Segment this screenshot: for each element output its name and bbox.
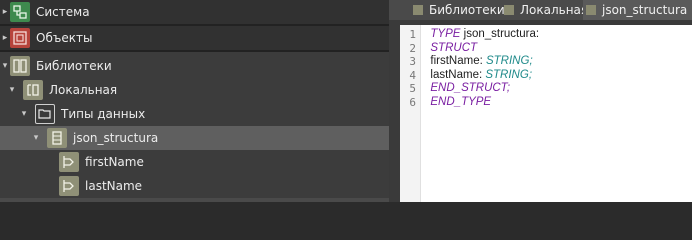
tab-label: json_structura	[602, 3, 688, 17]
code-type: STRING	[485, 68, 529, 81]
tree-item-label: json_structura	[73, 131, 159, 145]
tree-item-field[interactable]: lastName	[0, 174, 389, 198]
field-icon	[59, 152, 79, 172]
line-number-gutter: 1 2 3 4 5 6	[400, 25, 421, 202]
tree-item-field[interactable]: firstName	[0, 150, 389, 174]
tree-item-datatypes[interactable]: ▾ Типы данных	[0, 102, 389, 126]
code-keyword: TYPE	[430, 28, 461, 40]
code-keyword: STRUCT	[430, 41, 478, 54]
line-number: 1	[409, 28, 416, 41]
code-editor[interactable]: 1 2 3 4 5 6 TYPE json_structura: STRUCT …	[400, 25, 692, 202]
expand-arrow-icon[interactable]: ▸	[0, 33, 10, 43]
tree-item-local[interactable]: ▾ Локальная	[0, 78, 389, 102]
code-text: json_structura:	[460, 28, 540, 40]
tab-local[interactable]: Локальная	[504, 0, 588, 20]
objects-icon	[10, 28, 30, 48]
tree-item-label: lastName	[85, 179, 143, 193]
code-line: TYPE json_structura:	[424, 28, 539, 42]
collapse-arrow-icon[interactable]: ▾	[19, 109, 29, 119]
local-library-icon	[23, 80, 43, 100]
tab-libraries[interactable]: Библиотеки	[413, 0, 505, 20]
code-keyword: END_TYPE	[430, 95, 492, 108]
tab-label: Библиотеки	[429, 3, 505, 17]
tab-icon	[413, 5, 423, 15]
tree-item-label: Типы данных	[61, 107, 146, 121]
tab-label: Локальная	[520, 3, 589, 17]
field-icon	[59, 176, 79, 196]
tree-category-system[interactable]: ▸ Система	[0, 0, 389, 24]
code-line: END_STRUCT;	[424, 82, 510, 96]
library-icon	[10, 56, 30, 76]
editor-panel: Библиотеки Локальная json_structura 1 2 …	[389, 0, 692, 202]
system-icon	[10, 2, 30, 22]
project-tree: ▸ Система ▸ Объекты ▾ Библиотеки ▾ Локал…	[0, 0, 389, 202]
tree-item-label: Библиотеки	[36, 59, 112, 73]
tree-item-json-structura[interactable]: ▾ json_structura	[0, 126, 389, 150]
folder-icon	[35, 104, 55, 124]
line-number: 4	[409, 68, 416, 82]
collapse-arrow-icon[interactable]: ▾	[0, 61, 10, 71]
tree-item-partial	[0, 198, 389, 202]
code-keyword: END_STRUCT	[430, 82, 507, 94]
code-text: firstName:	[430, 55, 486, 67]
tree-category-label: Система	[36, 5, 90, 19]
struct-icon	[47, 128, 67, 148]
line-number: 3	[409, 55, 416, 68]
code-type: STRING	[485, 55, 530, 67]
tree-item-label: Локальная	[49, 83, 118, 97]
line-number: 5	[409, 82, 416, 95]
tab-bar: Библиотеки Локальная json_structura	[389, 0, 692, 20]
code-text: ;	[529, 55, 533, 67]
tree-category-label: Объекты	[36, 31, 93, 45]
expand-arrow-icon[interactable]: ▸	[0, 7, 10, 17]
tab-icon	[586, 5, 596, 15]
divider	[0, 50, 389, 52]
tree-item-label: firstName	[85, 155, 144, 169]
code-line: END_TYPE	[424, 96, 491, 110]
line-number: 6	[409, 95, 416, 109]
code-text: ;	[506, 82, 511, 94]
code-line: lastName: STRING;	[424, 69, 532, 83]
code-line: firstName: STRING;	[424, 55, 533, 69]
code-text: lastName:	[430, 68, 486, 81]
tab-icon	[504, 5, 514, 15]
tree-category-objects[interactable]: ▸ Объекты	[0, 26, 389, 50]
code-text: ;	[528, 68, 533, 81]
line-number: 2	[409, 41, 416, 55]
collapse-arrow-icon[interactable]: ▾	[7, 85, 17, 95]
tree-item-libraries[interactable]: ▾ Библиотеки	[0, 53, 389, 79]
tab-json-structura[interactable]: json_structura	[583, 0, 692, 20]
collapse-arrow-icon[interactable]: ▾	[31, 133, 41, 143]
code-line: STRUCT	[424, 42, 477, 56]
